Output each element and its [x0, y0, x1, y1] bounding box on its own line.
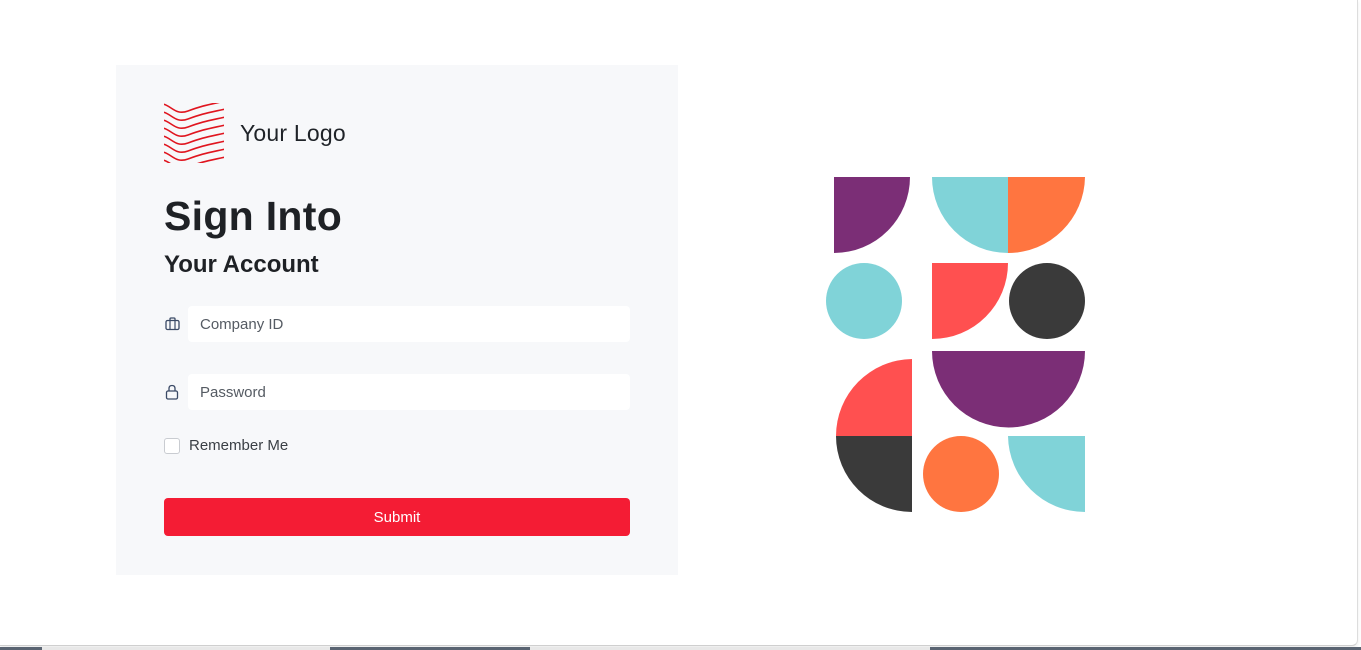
teal-circle — [826, 263, 902, 339]
wavy-lines-logo-icon — [164, 103, 224, 163]
logo-text: Your Logo — [240, 119, 346, 146]
orange-circle — [923, 436, 999, 512]
orange-quarter-circle — [1008, 177, 1085, 253]
remember-me-checkbox[interactable] — [164, 437, 180, 454]
purple-quarter-circle — [834, 177, 910, 253]
purple-half-circle — [932, 351, 1085, 428]
geometric-illustration — [826, 177, 1085, 512]
login-panel: Your Logo Sign Into Your Account Company… — [116, 65, 678, 575]
teal-lower-quarter — [1008, 436, 1085, 512]
charcoal-lower-quarter — [836, 436, 912, 512]
company-id-row — [164, 306, 630, 342]
coral-upper-quarter — [836, 359, 912, 436]
password-input[interactable] — [188, 374, 630, 410]
lock-icon — [164, 384, 180, 400]
remember-me-row: Remember Me — [164, 437, 288, 454]
briefcase-icon — [164, 316, 180, 332]
logo: Your Logo — [164, 103, 346, 163]
teal-quarter-circle — [932, 177, 1008, 253]
submit-button[interactable]: Submit — [164, 498, 630, 536]
coral-quarter-circle — [932, 263, 1008, 339]
page-title: Sign Into — [164, 193, 343, 239]
remember-me-label[interactable]: Remember Me — [189, 437, 288, 454]
company-id-input[interactable] — [188, 306, 630, 342]
password-row — [164, 374, 630, 410]
page-subtitle: Your Account — [164, 251, 319, 278]
charcoal-circle — [1009, 263, 1085, 339]
browser-page: Your Logo Sign Into Your Account Company… — [0, 0, 1358, 646]
